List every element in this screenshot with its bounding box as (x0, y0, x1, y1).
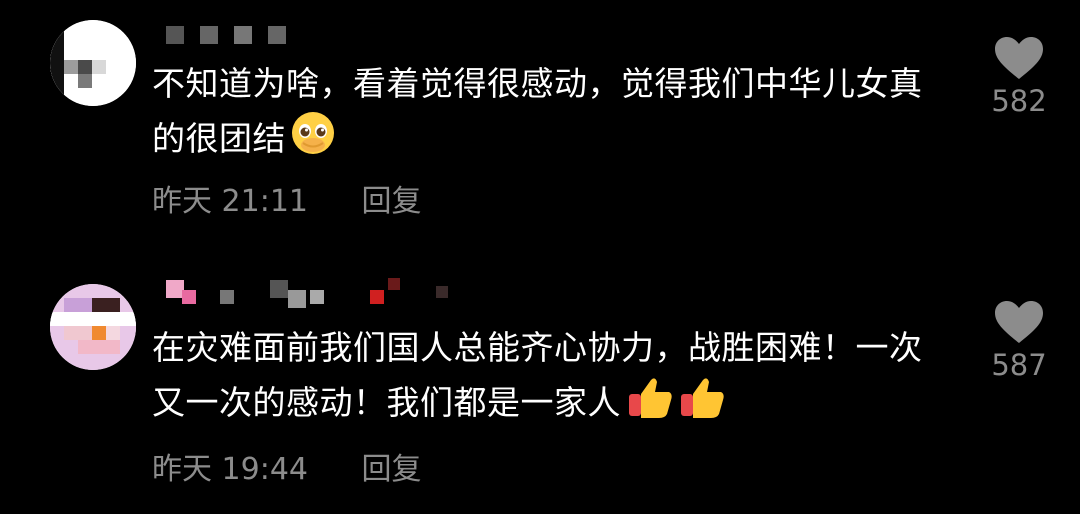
comment-text: 不知道为啥，看着觉得很感动，觉得我们中华儿女真的很团结 (152, 58, 932, 171)
avatar[interactable] (50, 284, 136, 370)
comment-text: 在灾难面前我们国人总能齐心协力，战胜困难！一次又一次的感动！我们都是一家人 (152, 322, 932, 435)
heart-icon (995, 37, 1043, 79)
like-button[interactable]: 587 (988, 300, 1050, 382)
reply-button[interactable]: 回复 (362, 444, 422, 488)
heart-icon (995, 301, 1043, 343)
timestamp: 昨天 21:11 (152, 184, 308, 219)
pleading-face-emoji (290, 110, 336, 171)
avatar[interactable] (50, 20, 136, 106)
comment-meta: 昨天 21:11 回复 (152, 176, 422, 220)
like-count: 587 (991, 348, 1047, 382)
timestamp: 昨天 19:44 (152, 452, 308, 487)
comment-item: 在灾难面前我们国人总能齐心协力，战胜困难！一次又一次的感动！我们都是一家人 昨天… (0, 262, 1080, 514)
like-button[interactable]: 582 (988, 36, 1050, 118)
comment-item: 不知道为啥，看着觉得很感动，觉得我们中华儿女真的很团结 昨天 21:11 回复 … (0, 0, 1080, 250)
like-count: 582 (991, 84, 1047, 118)
thumbs-up-emoji (625, 374, 725, 435)
reply-button[interactable]: 回复 (362, 176, 422, 220)
comment-meta: 昨天 19:44 回复 (152, 444, 422, 488)
